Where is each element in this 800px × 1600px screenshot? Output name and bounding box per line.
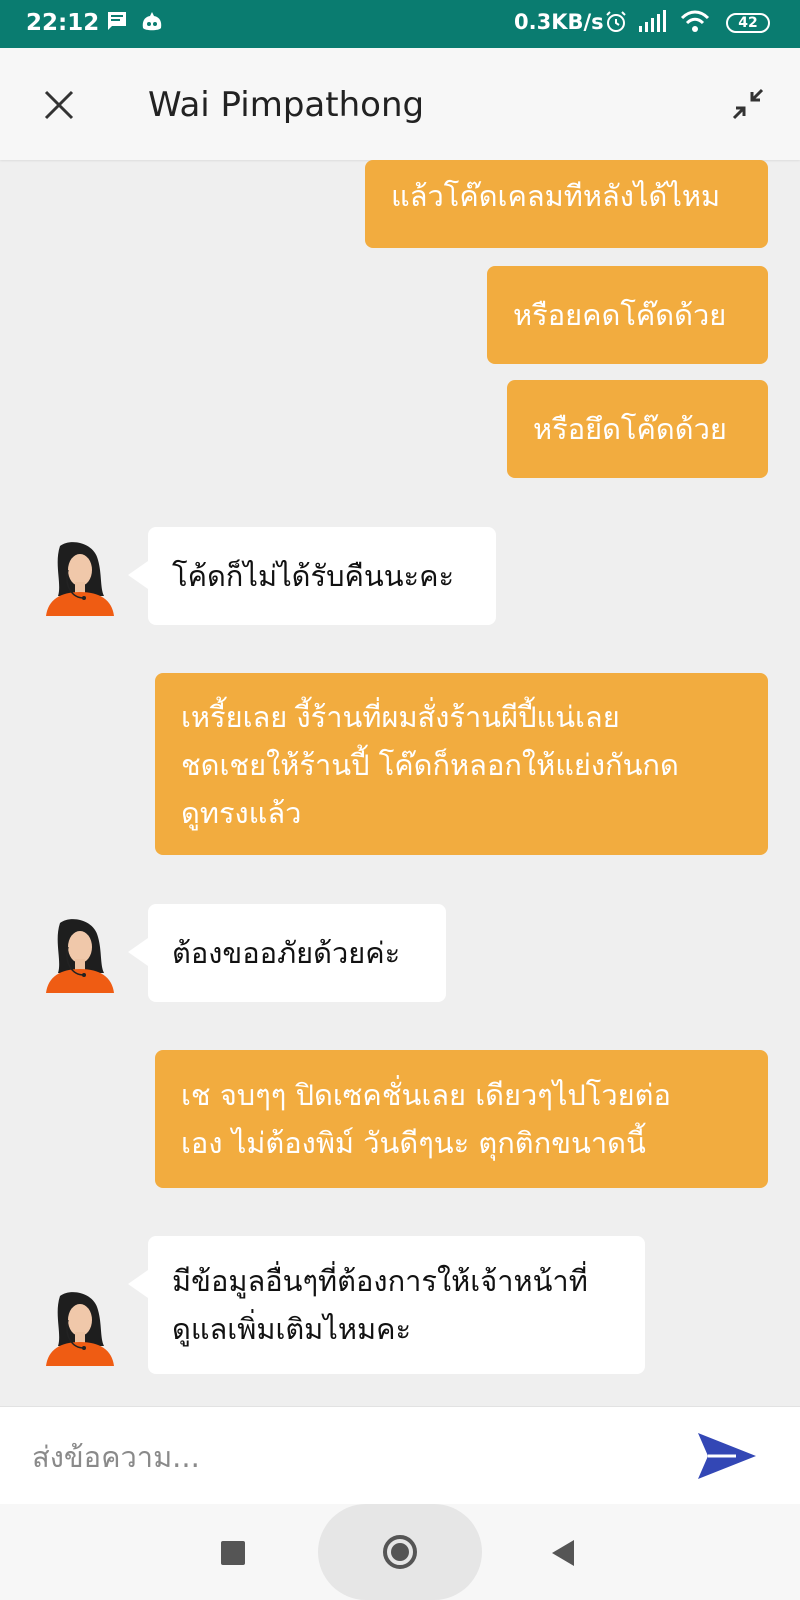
message-line: เหรี้ยเลย งี้ร้านที่ผมสั่งร้านผีปี้แน่เล… (181, 700, 620, 734)
message-line: เช จบๆๆ ปิดเซคชั่นเลย เดียวๆไปโวยต่อ (181, 1078, 671, 1112)
network-speed: 0.3KB/s (514, 10, 604, 34)
send-button[interactable] (696, 1429, 760, 1483)
message-composer (0, 1406, 800, 1505)
message-line: หรือยคดโค๊ดด้วย (513, 298, 727, 332)
recent-apps-button[interactable] (220, 1540, 246, 1570)
message-line: หรือยึดโค๊ดด้วย (533, 412, 727, 446)
agent-avatar (42, 1290, 118, 1366)
message-list: แล้วโค๊ดเคลมทีหลังได้ไหม หรือยคดโค๊ดด้วย… (0, 160, 800, 1406)
message-sent: หรือยคดโค๊ดด้วย (487, 266, 768, 364)
chat-header: Wai Pimpathong (0, 48, 800, 160)
message-line: ดูแลเพิ่มเติมไหมคะ (172, 1312, 412, 1346)
message-sent: หรือยึดโค๊ดด้วย (507, 380, 768, 478)
battery-indicator: 42 (726, 13, 770, 33)
message-input[interactable] (30, 1429, 674, 1485)
message-received: ต้องขออภัยด้วยค่ะ (128, 904, 446, 1002)
message-sent: แล้วโค๊ดเคลมทีหลังได้ไหม (365, 160, 768, 248)
message-line: มีข้อมูลอื่นๆที่ต้องการให้เจ้าหน้าที่ (172, 1264, 588, 1298)
message-line: แล้วโค๊ดเคลมทีหลังได้ไหม (391, 179, 721, 213)
minimize-icon (732, 88, 764, 120)
message-line: เอง ไม่ต้องพิม์ วันดีๆนะ ตุกติกขนาดนี้ (181, 1126, 646, 1160)
status-time: 22:12 (26, 10, 100, 36)
message-line: ชดเชยให้ร้านปี้ โค๊ดก็หลอกให้แย่งกันกด (181, 748, 679, 782)
wifi-icon (680, 10, 710, 41)
message-line: โค้ดก็ไม่ได้รับคืนนะคะ (172, 559, 455, 593)
minimize-button[interactable] (726, 82, 772, 128)
message-line: ดูทรงแล้ว (181, 796, 302, 830)
message-sent: เหรี้ยเลย งี้ร้านที่ผมสั่งร้านผีปี้แน่เล… (155, 673, 768, 855)
alarm-icon (604, 10, 628, 41)
signal-icon (638, 10, 668, 41)
message-line: ต้องขออภัยด้วยค่ะ (172, 936, 401, 970)
square-icon (221, 1541, 245, 1565)
system-nav-bar (0, 1504, 800, 1600)
message-notification-icon (106, 10, 128, 39)
back-button[interactable] (550, 1538, 576, 1572)
chat-title: Wai Pimpathong (148, 85, 425, 125)
message-sent: เช จบๆๆ ปิดเซคชั่นเลย เดียวๆไปโวยต่อ เอง… (155, 1050, 768, 1188)
send-icon (698, 1433, 756, 1479)
home-button[interactable] (318, 1504, 482, 1600)
close-button[interactable] (36, 82, 82, 128)
agent-avatar (42, 917, 118, 993)
close-icon (44, 90, 74, 120)
message-received: มีข้อมูลอื่นๆที่ต้องการให้เจ้าหน้าที่ ดู… (128, 1236, 645, 1374)
circle-icon (383, 1535, 417, 1569)
message-received: โค้ดก็ไม่ได้รับคืนนะคะ (128, 527, 496, 625)
triangle-back-icon (552, 1540, 574, 1566)
game-app-icon (140, 10, 164, 41)
status-bar: 22:12 0.3KB/s 42 (0, 0, 800, 48)
agent-avatar (42, 540, 118, 616)
